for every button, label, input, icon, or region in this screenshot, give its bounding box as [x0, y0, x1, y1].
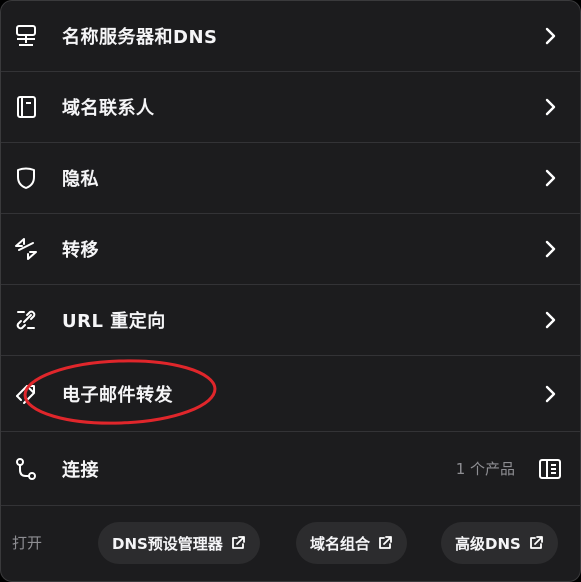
menu-item-label: 域名联系人 [62, 98, 155, 119]
dns-preset-manager-button[interactable]: DNS预设管理器 [98, 522, 260, 564]
domain-portfolio-button[interactable]: 域名组合 [296, 522, 408, 564]
email-forward-icon [12, 380, 40, 408]
shield-icon [12, 164, 40, 192]
menu-item-url-redirect[interactable]: URL 重定向 [1, 285, 580, 356]
pill-label: DNS预设管理器 [112, 534, 223, 553]
chevron-right-icon [545, 240, 556, 258]
menu-item-label: 隐私 [62, 169, 99, 190]
transfer-arrows-icon [12, 235, 40, 263]
menu-item-label: 连接 [62, 459, 99, 481]
menu-item-transfer[interactable]: 转移 [1, 214, 580, 285]
sidebar-panel-icon[interactable] [536, 455, 564, 483]
menu-item-domain-contacts[interactable]: 域名联系人 [1, 72, 580, 143]
chevron-right-icon [545, 169, 556, 187]
quick-links-footer: 打开 DNS预设管理器 域名组合 高级DNS [1, 506, 580, 581]
menu-item-label: URL 重定向 [62, 311, 166, 332]
menu-item-label: 名称服务器和DNS [62, 27, 218, 48]
menu-item-connect[interactable]: 连接 1 个产品 [1, 432, 580, 506]
chevron-right-icon [545, 385, 556, 402]
menu-item-email-forwarding[interactable]: 电子邮件转发 [1, 356, 580, 432]
external-link-icon [379, 536, 392, 549]
external-link-icon [529, 536, 543, 549]
contact-book-icon [12, 93, 40, 121]
domain-settings-panel: 名称服务器和DNS 域名联系人 隐私 转移 URL 重定向 电子邮件转发 连接 … [0, 0, 581, 582]
chevron-right-icon [545, 27, 556, 45]
advanced-dns-button[interactable]: 高级DNS [441, 522, 558, 564]
connect-icon [12, 455, 40, 483]
server-icon [12, 22, 40, 50]
product-count: 1 个产品 [455, 460, 515, 478]
menu-item-nameservers-dns[interactable]: 名称服务器和DNS [1, 1, 580, 72]
menu-item-label: 转移 [62, 240, 99, 261]
pill-label: 高级DNS [455, 534, 521, 553]
menu-item-privacy[interactable]: 隐私 [1, 143, 580, 214]
chevron-right-icon [545, 311, 556, 329]
external-link-icon [231, 536, 245, 549]
chevron-right-icon [545, 98, 556, 116]
open-label: 打开 [12, 534, 43, 552]
menu-item-label: 电子邮件转发 [62, 384, 173, 406]
pill-label: 域名组合 [310, 534, 371, 553]
link-redirect-icon [12, 306, 40, 334]
